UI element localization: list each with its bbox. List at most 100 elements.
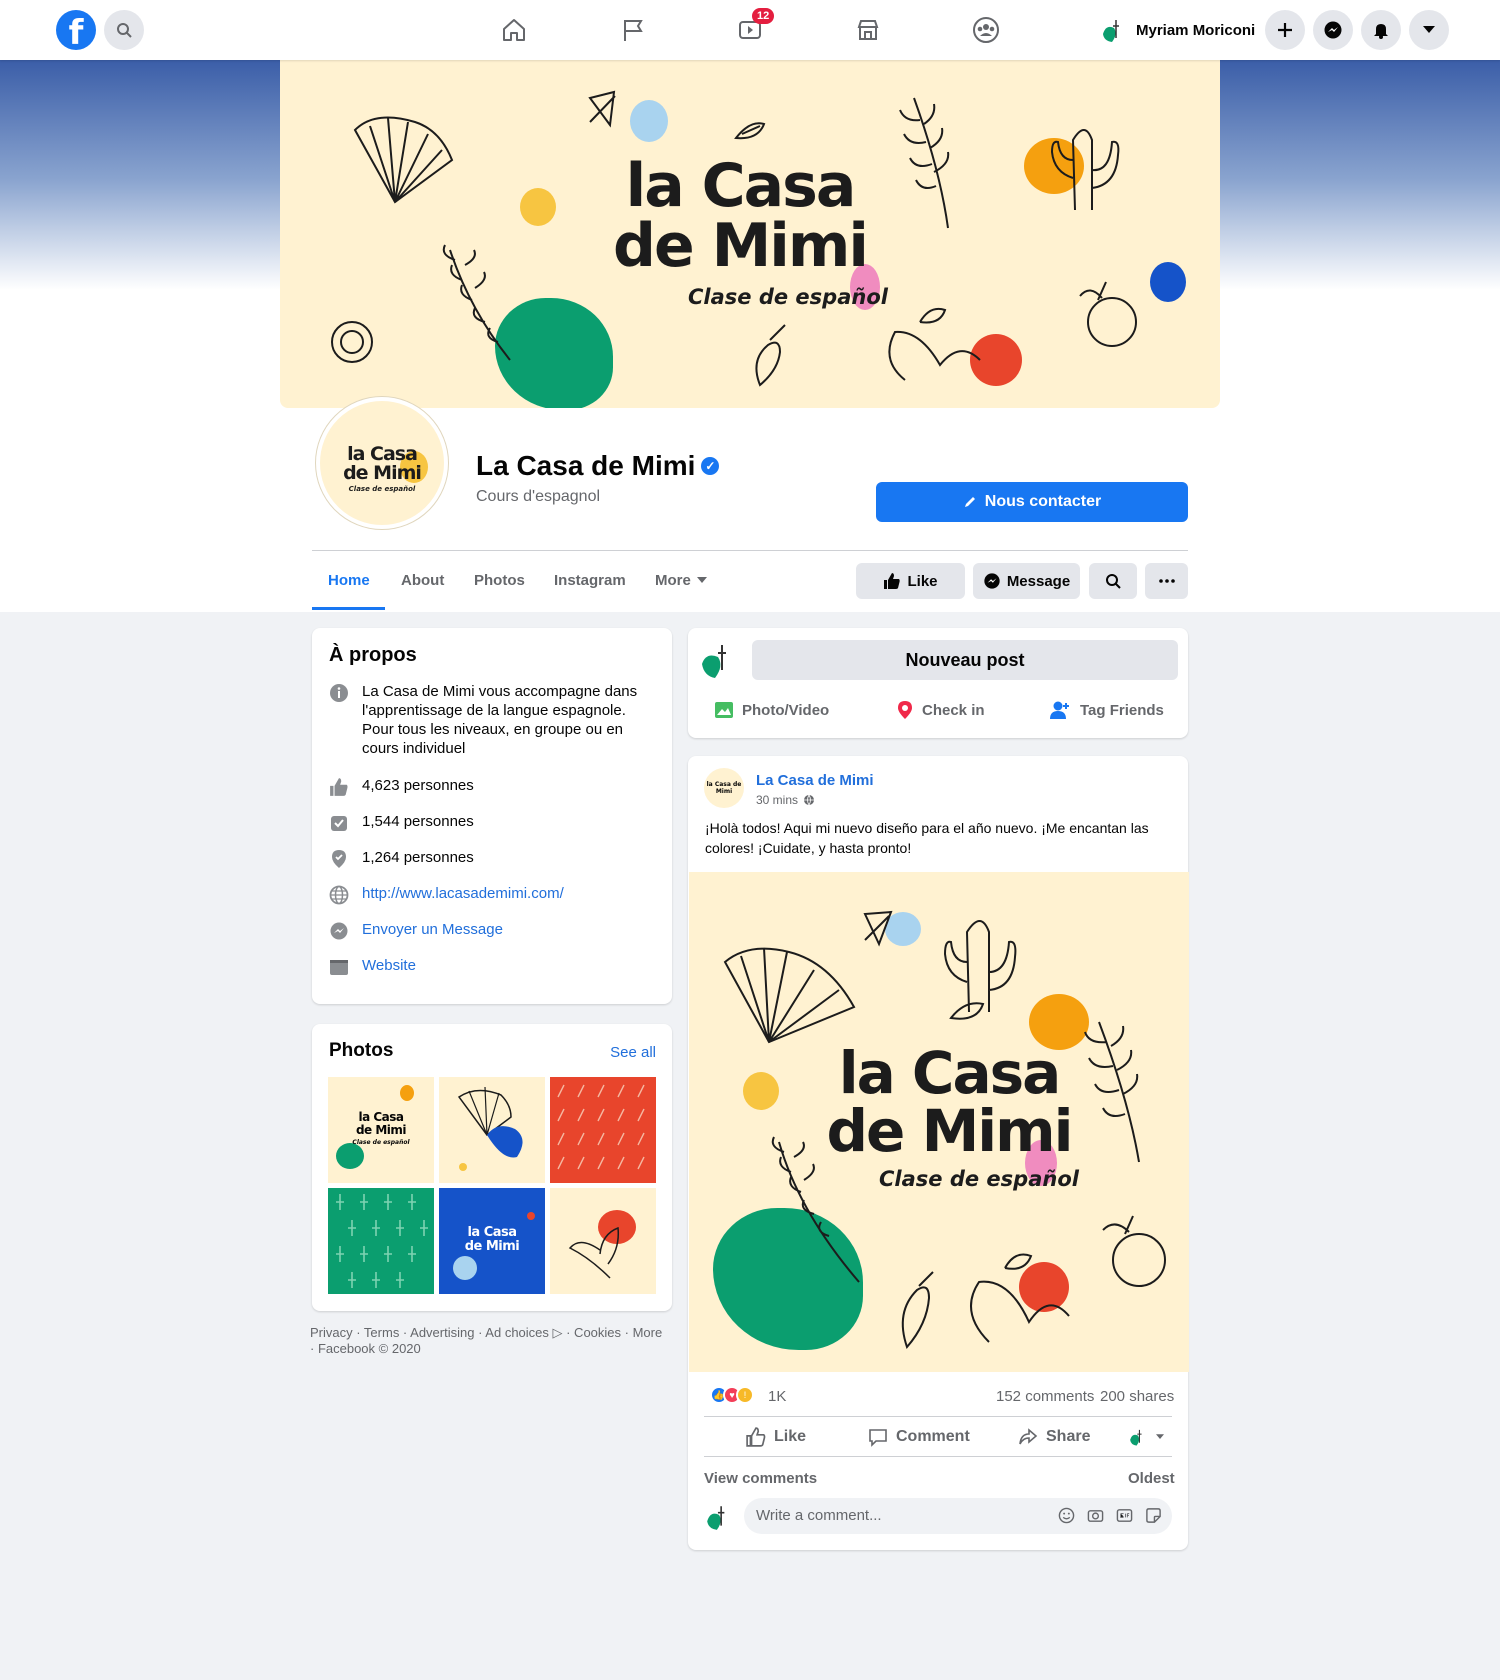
- photo-tile-1[interactable]: la Casa de Mimi Clase de español: [328, 1077, 434, 1183]
- tile1-subtitle: Clase de español: [352, 1139, 410, 1146]
- facebook-logo[interactable]: f: [56, 10, 96, 50]
- emoji-icon[interactable]: [1058, 1507, 1075, 1524]
- flag-icon[interactable]: [617, 14, 649, 46]
- photo-tile-2[interactable]: [439, 1077, 545, 1183]
- view-comments-link[interactable]: View comments: [704, 1470, 817, 1487]
- photo-video-button[interactable]: Photo/Video: [714, 700, 829, 720]
- comment-tools: [1058, 1507, 1162, 1524]
- globe-icon: [804, 794, 815, 806]
- check-in-button[interactable]: Check in: [896, 700, 985, 720]
- tag-friends-label: Tag Friends: [1080, 701, 1164, 719]
- about-website-label[interactable]: Website: [362, 956, 416, 978]
- active-tab-indicator: [312, 607, 385, 610]
- globe-icon: [328, 884, 350, 906]
- tab-about[interactable]: About: [401, 572, 444, 589]
- notifications-button[interactable]: [1361, 10, 1401, 50]
- post-timestamp[interactable]: 30 mins: [756, 793, 815, 807]
- about-website-row: http://www.lacasademimi.com/: [328, 884, 564, 906]
- tab-more-label: More: [655, 572, 691, 589]
- page-name: La Casa de Mimi ✓: [476, 450, 720, 482]
- reaction-icons[interactable]: 👍 ♥ !: [710, 1386, 754, 1404]
- photo-tile-3[interactable]: [550, 1077, 656, 1183]
- fan-illustration: [457, 1086, 523, 1171]
- messenger-icon: [984, 573, 1000, 589]
- post-author-name[interactable]: La Casa de Mimi: [756, 772, 874, 789]
- thumbs-up-outline-icon: [746, 1427, 766, 1447]
- photos-title: Photos: [329, 1040, 394, 1061]
- account-menu-button[interactable]: [1409, 10, 1449, 50]
- post-image[interactable]: la Casa de Mimi Clase de español: [689, 872, 1189, 1372]
- post-author-avatar[interactable]: la Casa de Mimi: [704, 768, 744, 808]
- comment-placeholder: Write a comment...: [756, 1507, 882, 1524]
- browser-icon: [328, 956, 350, 978]
- tabs-divider: [312, 550, 1188, 551]
- avatar-subtitle: Clase de español: [348, 485, 416, 493]
- tag-friends-button[interactable]: Tag Friends: [1050, 700, 1164, 720]
- contact-button[interactable]: Nous contacter: [876, 482, 1188, 522]
- search-page-button[interactable]: [1089, 563, 1137, 599]
- info-icon: [328, 682, 350, 704]
- tile-green-blob: [336, 1143, 364, 1169]
- gif-icon[interactable]: [1116, 1507, 1133, 1524]
- user-profile-chip[interactable]: Myriam Moriconi: [1100, 16, 1255, 44]
- about-title: À propos: [329, 644, 417, 666]
- photo-tile-6[interactable]: [550, 1188, 656, 1294]
- about-description: La Casa de Mimi vous accompagne dans l'a…: [362, 683, 638, 757]
- top-navigation-bar: f 12 Myriam Moriconi: [0, 0, 1500, 60]
- tab-home[interactable]: Home: [328, 572, 370, 589]
- cover-subtitle: Clase de español: [688, 285, 888, 309]
- tab-photos[interactable]: Photos: [474, 572, 525, 589]
- marketplace-icon[interactable]: [852, 14, 884, 46]
- tag-friends-icon: [1050, 701, 1069, 719]
- about-card: À propos La Casa de Mimi vous accompagne…: [312, 628, 672, 1004]
- about-website-url[interactable]: http://www.lacasademimi.com/: [362, 884, 564, 906]
- post-comment-button[interactable]: Comment: [868, 1427, 970, 1447]
- about-website-label-row: Website: [328, 956, 416, 978]
- camera-icon[interactable]: [1087, 1507, 1104, 1524]
- post-like-button[interactable]: Like: [746, 1427, 806, 1447]
- create-button[interactable]: [1265, 10, 1305, 50]
- watch-icon[interactable]: 12: [734, 8, 775, 46]
- post-image-title-line1: la Casa: [838, 1039, 1062, 1107]
- search-icon: [1106, 574, 1121, 589]
- like-page-button[interactable]: Like: [856, 563, 965, 599]
- footer-links[interactable]: Privacy · Terms · Advertising · Ad choic…: [310, 1325, 670, 1357]
- search-button[interactable]: [104, 10, 144, 50]
- about-checkins-row: 1,264 personnes: [328, 848, 474, 870]
- page-name-text: La Casa de Mimi: [476, 450, 696, 481]
- photo-icon: [715, 702, 733, 718]
- comment-count[interactable]: 152 comments: [996, 1388, 1094, 1405]
- tab-more[interactable]: More: [655, 572, 707, 589]
- comment-sort-oldest[interactable]: Oldest: [1128, 1470, 1175, 1487]
- pepper-pattern: [557, 1084, 645, 1170]
- post-share-button[interactable]: Share: [1018, 1427, 1090, 1447]
- tab-instagram[interactable]: Instagram: [554, 572, 626, 589]
- photo-tile-4[interactable]: [328, 1188, 434, 1294]
- tile5-title-line1: la Casa: [467, 1225, 517, 1240]
- sticker-icon[interactable]: [1145, 1507, 1162, 1524]
- home-icon[interactable]: [498, 14, 530, 46]
- see-all-photos-link[interactable]: See all: [610, 1044, 656, 1061]
- page-avatar-icon: [1130, 1429, 1142, 1446]
- photo-tile-5[interactable]: la Casa de Mimi: [439, 1188, 545, 1294]
- bell-icon: [1374, 24, 1388, 39]
- cover-photo[interactable]: la Casa de Mimi Clase de español: [280, 60, 1220, 408]
- follow-icon: [328, 812, 350, 834]
- new-post-button[interactable]: Nouveau post: [752, 640, 1178, 680]
- message-page-label: Message: [1006, 572, 1071, 590]
- post-as-selector[interactable]: [1128, 1427, 1164, 1447]
- cactus-pattern: [336, 1194, 428, 1288]
- share-count[interactable]: 200 shares: [1100, 1388, 1174, 1405]
- message-page-button[interactable]: Message: [973, 563, 1080, 599]
- messenger-button[interactable]: [1313, 10, 1353, 50]
- about-message-link[interactable]: Envoyer un Message: [362, 920, 503, 942]
- groups-icon[interactable]: [970, 14, 1002, 46]
- post-like-label: Like: [774, 1428, 807, 1445]
- more-options-button[interactable]: [1145, 563, 1188, 599]
- comment-input[interactable]: Write a comment...: [744, 1498, 1172, 1534]
- reaction-count[interactable]: 1K: [768, 1388, 786, 1405]
- post-share-label: Share: [1046, 1428, 1091, 1445]
- page-profile-picture[interactable]: la Casa de Mimi Clase de español: [316, 397, 448, 529]
- post-image-subtitle: Clase de español: [879, 1167, 1079, 1191]
- messenger-icon: [1324, 21, 1342, 39]
